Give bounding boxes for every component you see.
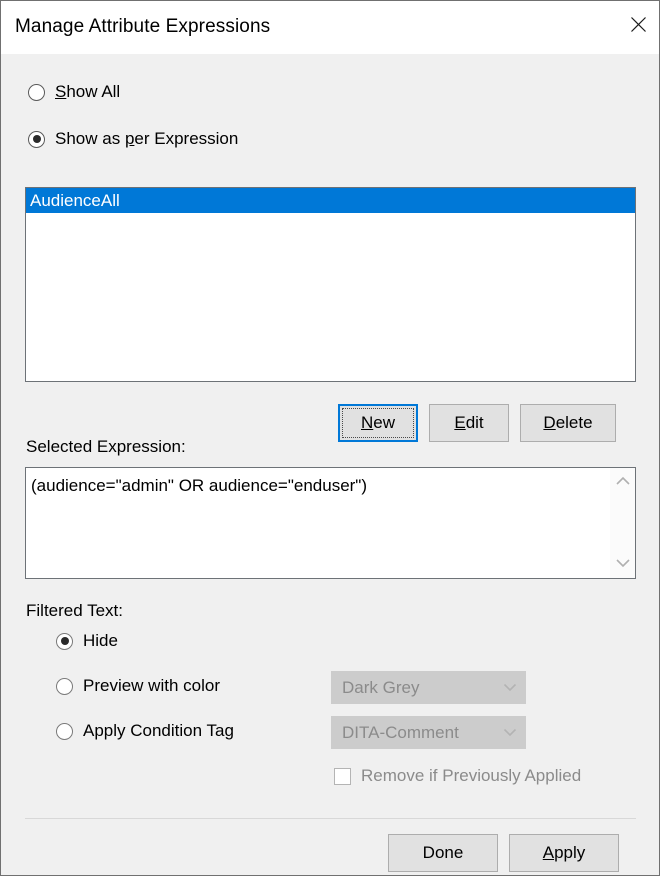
list-item[interactable]: AudienceAll bbox=[26, 188, 635, 213]
mnemonic-char: S bbox=[55, 82, 66, 101]
done-button[interactable]: Done bbox=[388, 834, 498, 872]
mnemonic-char: p bbox=[125, 129, 134, 148]
radio-show-as-per-expression[interactable]: Show as per Expression bbox=[28, 129, 238, 149]
label-rest: dit bbox=[466, 413, 484, 432]
radio-show-all-label: Show All bbox=[55, 82, 120, 102]
radio-unchecked-icon bbox=[56, 678, 73, 695]
mnemonic-char: E bbox=[454, 413, 465, 432]
label-rest: elete bbox=[556, 413, 593, 432]
selected-expression-field[interactable]: (audience="admin" OR audience="enduser") bbox=[25, 467, 636, 579]
radio-preview-with-color-label: Preview with color bbox=[83, 676, 220, 696]
color-dropdown-value: Dark Grey bbox=[332, 678, 495, 698]
selected-expression-value[interactable]: (audience="admin" OR audience="enduser") bbox=[26, 468, 609, 578]
radio-show-all[interactable]: Show All bbox=[28, 82, 120, 102]
radio-checked-icon bbox=[28, 131, 45, 148]
remove-if-previously-applied-label: Remove if Previously Applied bbox=[361, 766, 581, 786]
new-button[interactable]: New bbox=[338, 404, 418, 442]
radio-hide-label: Hide bbox=[83, 631, 118, 651]
radio-unchecked-icon bbox=[28, 84, 45, 101]
edit-button[interactable]: Edit bbox=[429, 404, 509, 442]
edit-button-label: Edit bbox=[454, 413, 483, 433]
remove-if-previously-applied-checkbox: Remove if Previously Applied bbox=[334, 766, 581, 786]
mnemonic-char: A bbox=[543, 843, 554, 862]
apply-button[interactable]: Apply bbox=[509, 834, 619, 872]
selected-expression-label: Selected Expression: bbox=[26, 437, 186, 457]
radio-hide[interactable]: Hide bbox=[56, 631, 118, 651]
radio-unchecked-icon bbox=[56, 723, 73, 740]
expression-scrollbar[interactable] bbox=[609, 468, 635, 578]
checkbox-unchecked-icon bbox=[334, 768, 351, 785]
label-pre: Show as bbox=[55, 129, 125, 148]
radio-preview-with-color[interactable]: Preview with color bbox=[56, 676, 220, 696]
chevron-up-icon[interactable] bbox=[615, 473, 631, 491]
footer-divider bbox=[25, 818, 636, 819]
manage-attribute-expressions-dialog: Manage Attribute Expressions Show All Sh… bbox=[0, 0, 660, 876]
mnemonic-char: N bbox=[361, 413, 373, 432]
condition-tag-dropdown-value: DITA-Comment bbox=[332, 723, 495, 743]
expression-listbox[interactable]: AudienceAll bbox=[25, 187, 636, 382]
label-rest: ew bbox=[373, 413, 395, 432]
chevron-down-icon[interactable] bbox=[615, 555, 631, 573]
condition-tag-dropdown: DITA-Comment bbox=[331, 716, 526, 749]
label-rest: pply bbox=[554, 843, 585, 862]
radio-show-as-per-expression-label: Show as per Expression bbox=[55, 129, 238, 149]
color-dropdown: Dark Grey bbox=[331, 671, 526, 704]
delete-button[interactable]: Delete bbox=[520, 404, 616, 442]
close-icon[interactable] bbox=[615, 1, 660, 47]
filtered-text-label: Filtered Text: bbox=[26, 601, 123, 621]
done-button-label: Done bbox=[423, 843, 464, 863]
radio-checked-icon bbox=[56, 633, 73, 650]
new-button-label: New bbox=[361, 413, 395, 433]
apply-button-label: Apply bbox=[543, 843, 586, 863]
chevron-down-icon bbox=[495, 683, 525, 692]
label-rest: er Expression bbox=[134, 129, 238, 148]
dialog-body: Show All Show as per Expression Audience… bbox=[1, 54, 660, 876]
radio-apply-condition-tag[interactable]: Apply Condition Tag bbox=[56, 721, 234, 741]
dialog-title: Manage Attribute Expressions bbox=[15, 16, 270, 38]
radio-apply-condition-tag-label: Apply Condition Tag bbox=[83, 721, 234, 741]
mnemonic-char: D bbox=[543, 413, 555, 432]
label-rest: how All bbox=[66, 82, 120, 101]
delete-button-label: Delete bbox=[543, 413, 592, 433]
dialog-titlebar: Manage Attribute Expressions bbox=[1, 1, 660, 54]
chevron-down-icon bbox=[495, 728, 525, 737]
